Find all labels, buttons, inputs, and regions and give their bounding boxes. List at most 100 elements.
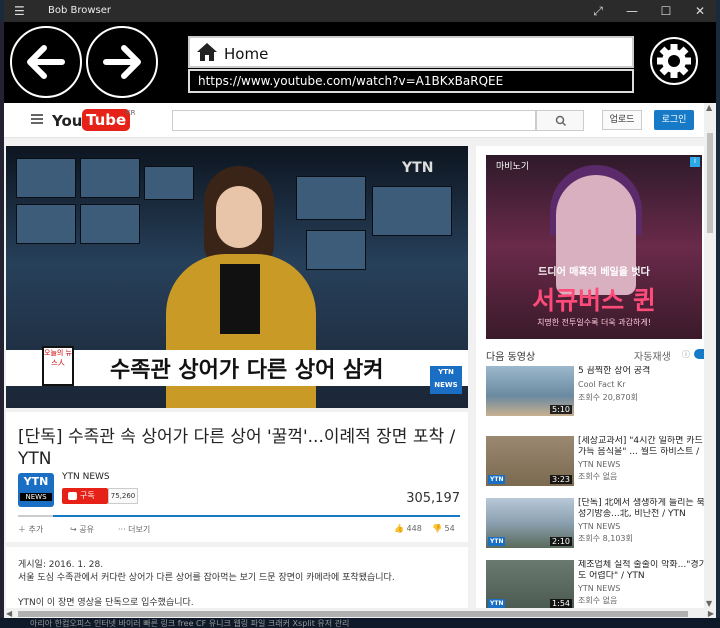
description-line-2: YTN이 이 장면 영상을 단독으로 입수했습니다. <box>18 598 194 608</box>
more-label: 더보기 <box>128 525 151 534</box>
related-channel: YTN NEWS <box>578 460 621 469</box>
guide-menu-icon[interactable] <box>31 114 43 124</box>
related-video[interactable]: YTN 2:10 [단독] 北에서 생생하게 들리는 북 성기방송...北, 비… <box>486 498 704 558</box>
subscribe-button[interactable]: 구독 <box>62 488 108 504</box>
related-title-2: 도 어렵다" / YTN <box>578 571 645 581</box>
scroll-up-icon[interactable]: ▲ <box>706 103 712 112</box>
description-line-1: 서울 도심 수족관에서 커다란 상어가 다른 상어를 잡아먹는 보기 드문 장면… <box>18 573 395 583</box>
vertical-scroll-thumb[interactable] <box>707 133 713 233</box>
like-count: 448 <box>406 524 422 533</box>
duration-badge: 5:10 <box>550 405 572 414</box>
ad-info-icon[interactable]: i <box>690 157 700 167</box>
monitor <box>16 204 76 244</box>
like-button[interactable]: 👍 448 <box>394 524 422 533</box>
duration-badge: 2:10 <box>550 537 572 546</box>
ytn-watermark: YTN <box>402 160 434 176</box>
forward-button[interactable] <box>86 26 158 98</box>
upload-button[interactable]: 업로드 <box>602 110 642 130</box>
duration-badge: 1:54 <box>550 599 572 608</box>
hamburger-menu-icon[interactable]: ☰ <box>14 4 28 18</box>
youtube-header: You Tube KR 업로드 로그인 <box>4 103 704 138</box>
scroll-down-icon[interactable]: ▼ <box>706 599 712 608</box>
news-program-badge: 오늘의 뉴스人 <box>42 346 74 386</box>
ytn-news-badge-2: NEWS <box>434 381 458 389</box>
home-field[interactable]: Home <box>188 36 634 68</box>
minimize-button[interactable]: — <box>615 0 649 22</box>
channel-name[interactable]: YTN NEWS <box>62 472 110 482</box>
ad-tagline: 치명한 전투일수록 더욱 과감하게! <box>537 318 651 327</box>
settings-button[interactable] <box>650 37 698 85</box>
browser-window: ☰ Bob Browser ⤢ — ☐ ✕ Home https://www.y… <box>4 0 716 620</box>
logo-you: You <box>52 112 83 130</box>
ad-banner[interactable]: 마비노기 i 드디어 매혹의 베일을 벗다 서큐버스 퀸 치명한 전투일수록 더… <box>486 155 702 339</box>
channel-avatar-subtext: NEWS <box>20 493 52 501</box>
related-views: 조회수 없음 <box>578 596 618 605</box>
ad-logo: 마비노기 <box>496 162 530 172</box>
url-field[interactable]: https://www.youtube.com/watch?v=A1BKxBaR… <box>188 69 634 93</box>
video-info: [단독] 수족관 속 상어가 다른 상어 '꿀꺽'...이례적 장면 포착 / … <box>6 412 468 542</box>
ad-subtitle: 드디어 매혹의 베일을 벗다 <box>538 267 650 278</box>
monitor <box>144 166 194 200</box>
monitor <box>372 186 452 236</box>
video-player[interactable]: YTN 오늘의 뉴스人 수족관 상어가 다른 상어 삼켜 YTN NEWS <box>6 146 468 408</box>
info-icon[interactable]: ⓘ <box>682 349 690 360</box>
web-page: You Tube KR 업로드 로그인 YTN 오늘의 뉴스人 수족관 상어가 … <box>4 103 704 608</box>
navigation-bar: Home https://www.youtube.com/watch?v=A1B… <box>4 22 716 103</box>
ytn-news-badge: YTN NEWS <box>430 366 462 394</box>
ytn-thumb-badge: YTN <box>488 537 506 546</box>
sidebar: 마비노기 i 드디어 매혹의 베일을 벗다 서큐버스 퀸 치명한 전투일수록 더… <box>476 146 704 608</box>
share-button[interactable]: ↪ 공유 <box>70 524 94 535</box>
related-channel: Cool Fact Kr <box>578 380 626 389</box>
like-ratio-bar <box>18 515 460 517</box>
add-to-button[interactable]: ＋ 추가 <box>18 524 43 535</box>
close-button[interactable]: ✕ <box>683 0 716 22</box>
maximize-button[interactable]: ☐ <box>649 0 683 22</box>
related-thumbnail: 5:10 <box>486 366 574 416</box>
channel-avatar-text: YTN <box>23 475 49 488</box>
search-button[interactable] <box>536 110 584 131</box>
title-bar: ☰ Bob Browser ⤢ — ☐ ✕ <box>4 0 716 22</box>
channel-avatar[interactable]: YTN NEWS <box>18 473 54 507</box>
back-button[interactable] <box>10 26 82 98</box>
desktop-taskbar: 아리아 한컴오피스 인터넷 바이러 빠른 링크 free CF 유니크 웹링 파… <box>0 618 720 628</box>
like-ratio-fill <box>53 515 460 517</box>
vertical-scrollbar[interactable]: ▲ ▼ <box>704 103 716 608</box>
related-title: 5 끔찍한 상어 공격 <box>578 366 651 376</box>
monitor <box>306 230 366 270</box>
ytn-news-badge-1: YTN <box>438 368 454 376</box>
logo-tube: Tube <box>82 109 131 131</box>
subscriber-count: 75,260 <box>108 488 138 504</box>
up-next-label: 다음 동영상 <box>486 352 536 363</box>
view-count: 305,197 <box>406 491 460 506</box>
video-caption: 수족관 상어가 다른 상어 삼켜 <box>110 358 384 383</box>
related-views: 조회수 8,103회 <box>578 534 633 543</box>
related-title: [세상교과서] "4시간 일하면 카드 <box>578 436 703 446</box>
related-title-2: 가득 음식을" ... 월드 하비스트 / <box>578 447 700 457</box>
login-button[interactable]: 로그인 <box>654 110 694 130</box>
fullscreen-button[interactable]: ⤢ <box>581 0 615 22</box>
related-video[interactable]: YTN 3:23 [세상교과서] "4시간 일하면 카드 가득 음식을" ...… <box>486 436 704 496</box>
video-title: [단독] 수족관 속 상어가 다른 상어 '꿀꺽'...이례적 장면 포착 / … <box>18 427 456 469</box>
dislike-button[interactable]: 👎 54 <box>432 524 455 533</box>
anchor-shirt <box>220 264 260 334</box>
related-views: 조회수 없음 <box>578 472 618 481</box>
horizontal-scroll-thumb[interactable] <box>18 611 688 617</box>
monitor <box>80 204 140 244</box>
related-video[interactable]: 5:10 5 끔찍한 상어 공격 Cool Fact Kr 조회수 20,870… <box>486 366 704 426</box>
more-button[interactable]: ··· 더보기 <box>118 524 150 535</box>
related-thumbnail: YTN 2:10 <box>486 498 574 548</box>
related-title-2: 성기방송...北, 비난전 / YTN <box>578 509 686 519</box>
ad-title: 서큐버스 퀸 <box>532 286 656 315</box>
related-title: 제조업체 실적 줄줄이 악화..."경기 <box>578 560 704 570</box>
anchor-face <box>216 186 262 248</box>
monitor <box>16 158 76 198</box>
search-input[interactable] <box>172 110 536 131</box>
home-label: Home <box>224 45 269 63</box>
share-label: 공유 <box>79 525 94 534</box>
ytn-thumb-badge: YTN <box>488 475 506 484</box>
related-video[interactable]: YTN 1:54 제조업체 실적 줄줄이 악화..."경기 도 어렵다" / Y… <box>486 560 704 608</box>
search-icon <box>555 115 567 127</box>
monitor <box>80 158 140 198</box>
related-title: [단독] 北에서 생생하게 들리는 북 <box>578 498 704 508</box>
autoplay-toggle[interactable] <box>694 349 704 359</box>
